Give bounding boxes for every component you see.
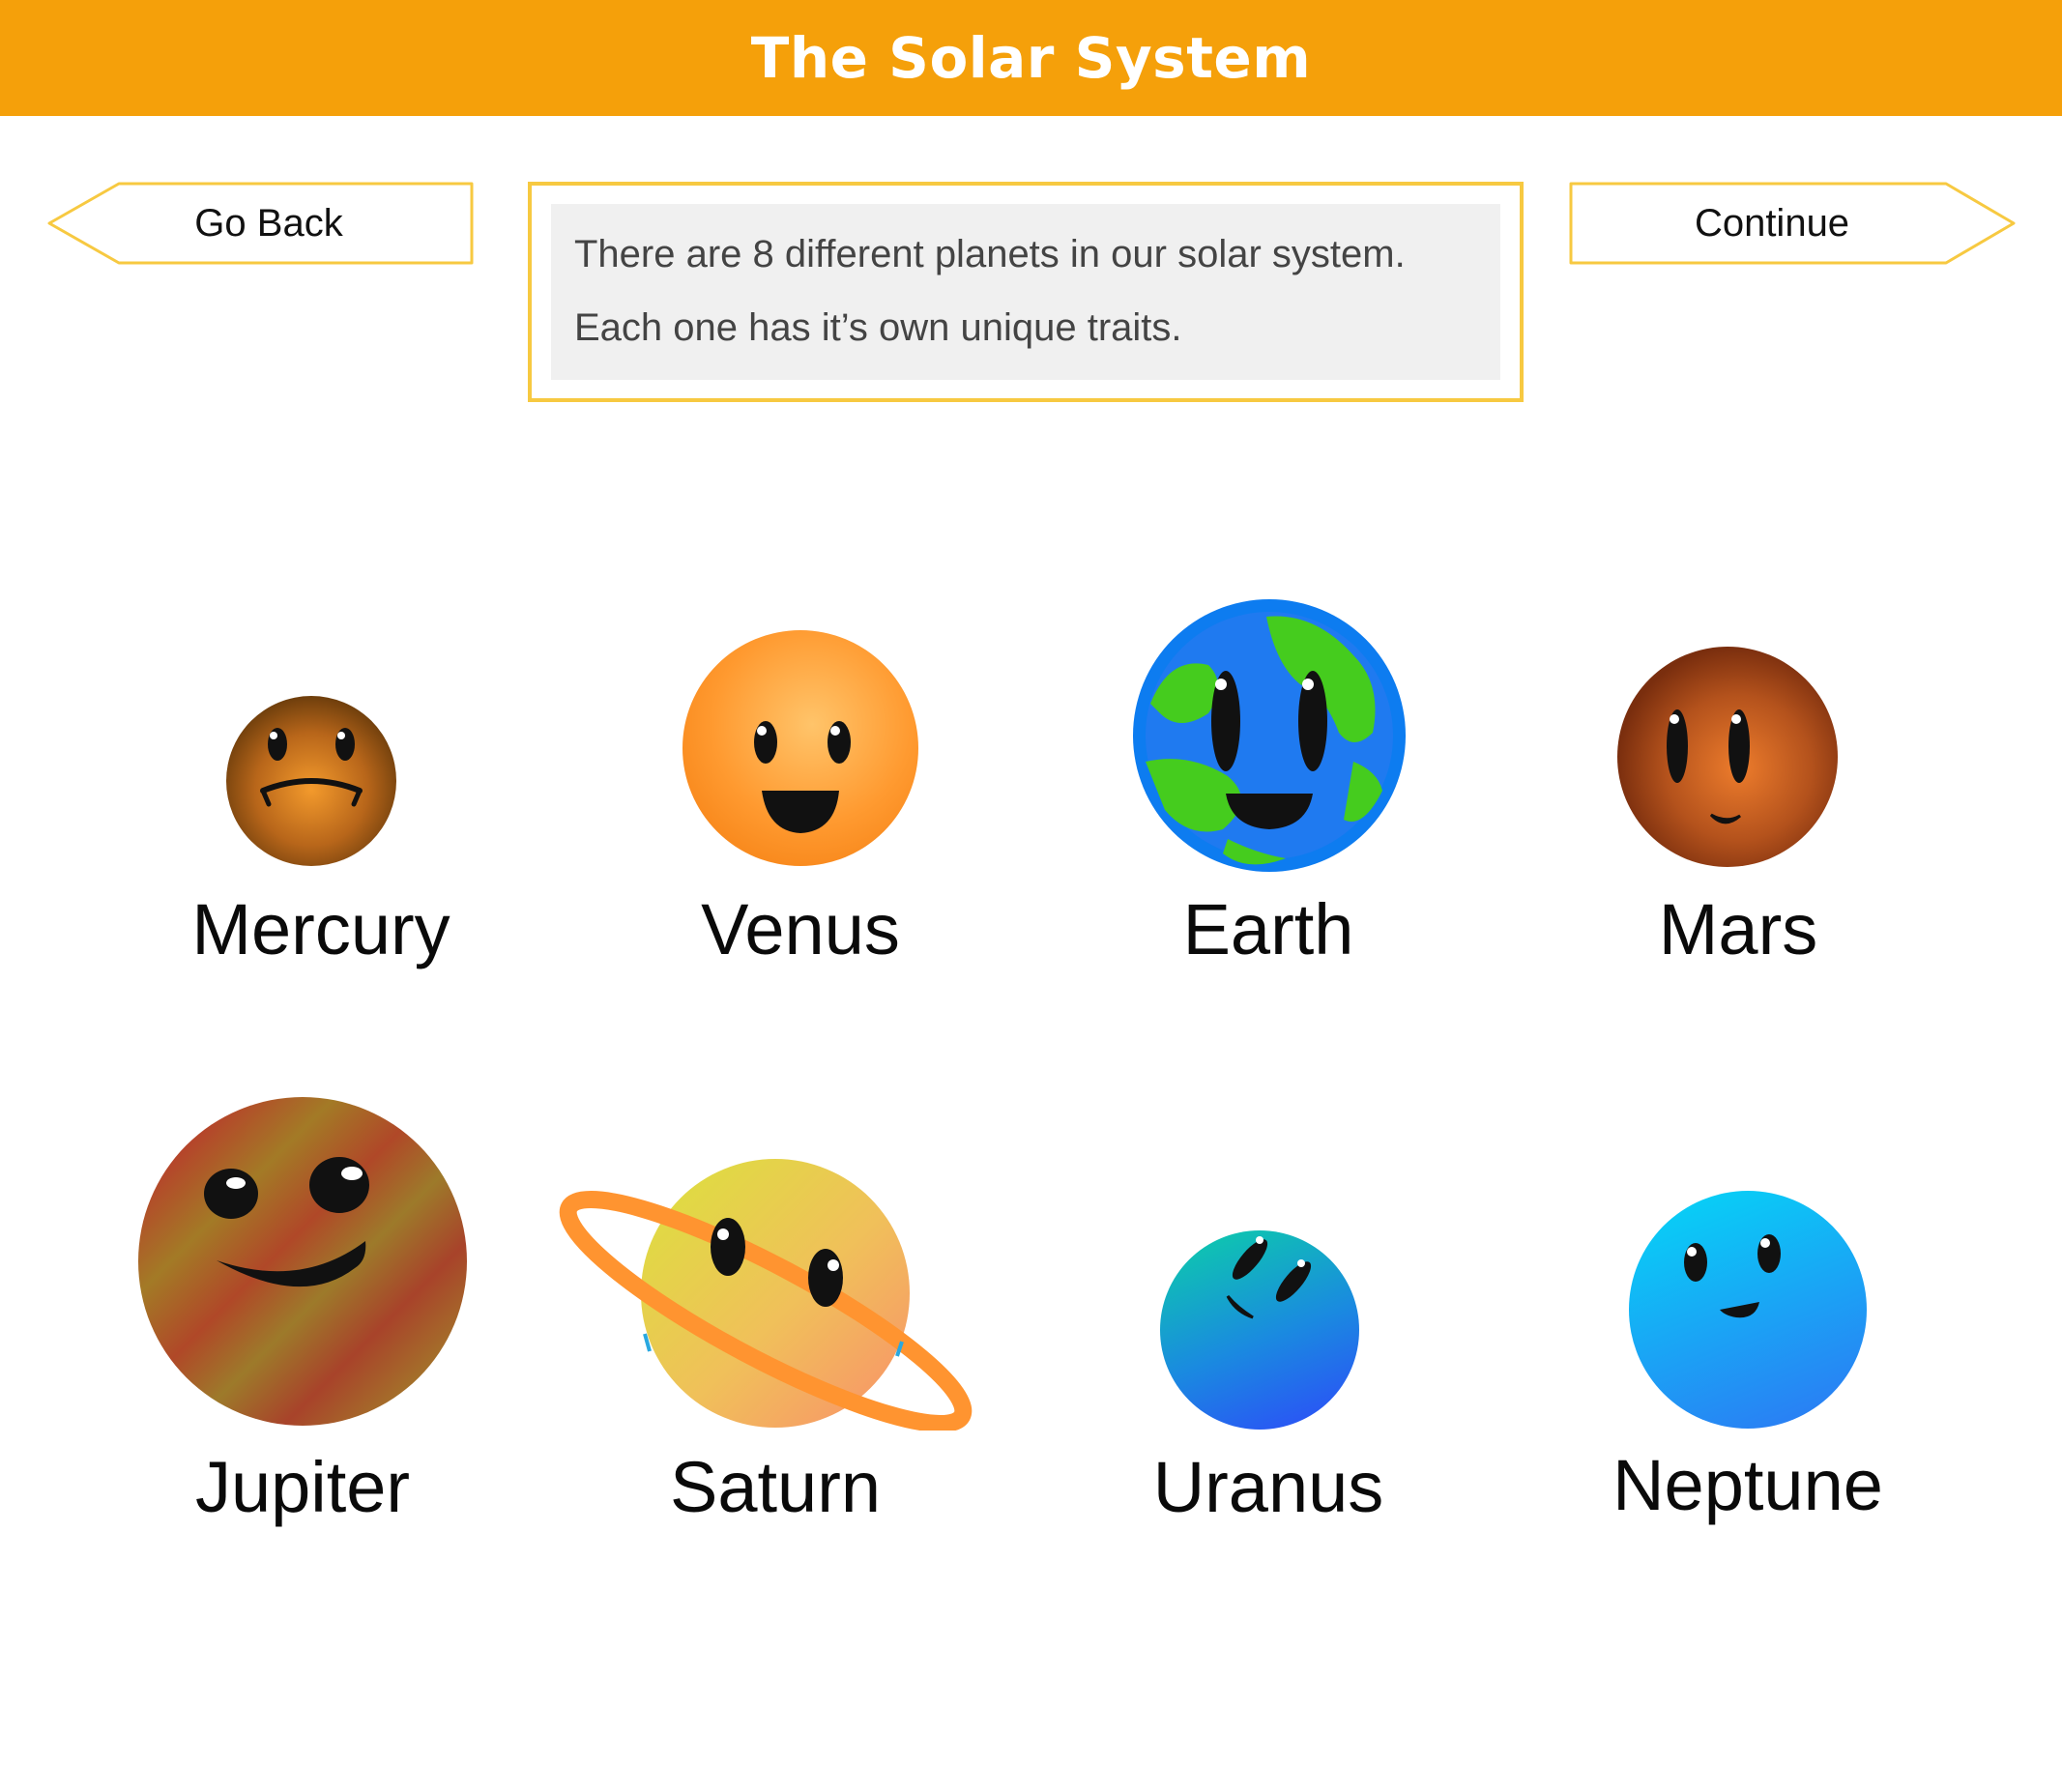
planet-label-venus: Venus	[701, 889, 900, 969]
planet-label-neptune: Neptune	[1612, 1445, 1883, 1525]
planet-label-mars: Mars	[1658, 889, 1818, 969]
go-back-button[interactable]: Go Back	[46, 182, 474, 265]
info-panel: There are 8 different planets in our sol…	[528, 182, 1524, 402]
continue-label: Continue	[1694, 202, 1850, 245]
planet-label-uranus: Uranus	[1152, 1447, 1384, 1527]
go-back-label: Go Back	[194, 202, 343, 245]
info-line-2: Each one has it’s own unique traits.	[574, 306, 1182, 349]
continue-button[interactable]: Continue	[1569, 182, 2016, 265]
jupiter-icon[interactable]	[137, 1096, 468, 1427]
saturn-icon[interactable]	[551, 1155, 986, 1431]
planet-label-mercury: Mercury	[191, 889, 450, 969]
header-bar: The Solar System	[0, 0, 2062, 116]
neptune-icon[interactable]	[1628, 1190, 1868, 1430]
planet-label-earth: Earth	[1182, 889, 1354, 969]
info-text-area: There are 8 different planets in our sol…	[551, 204, 1500, 380]
planet-label-saturn: Saturn	[669, 1447, 882, 1527]
info-line-1: There are 8 different planets in our sol…	[574, 233, 1406, 275]
planet-label-jupiter: Jupiter	[194, 1447, 411, 1527]
earth-icon[interactable]	[1131, 597, 1408, 874]
mars-icon[interactable]	[1616, 646, 1839, 868]
venus-icon[interactable]	[681, 628, 920, 868]
mercury-icon[interactable]	[224, 694, 398, 868]
uranus-icon[interactable]	[1158, 1228, 1361, 1431]
page-title: The Solar System	[750, 25, 1312, 91]
